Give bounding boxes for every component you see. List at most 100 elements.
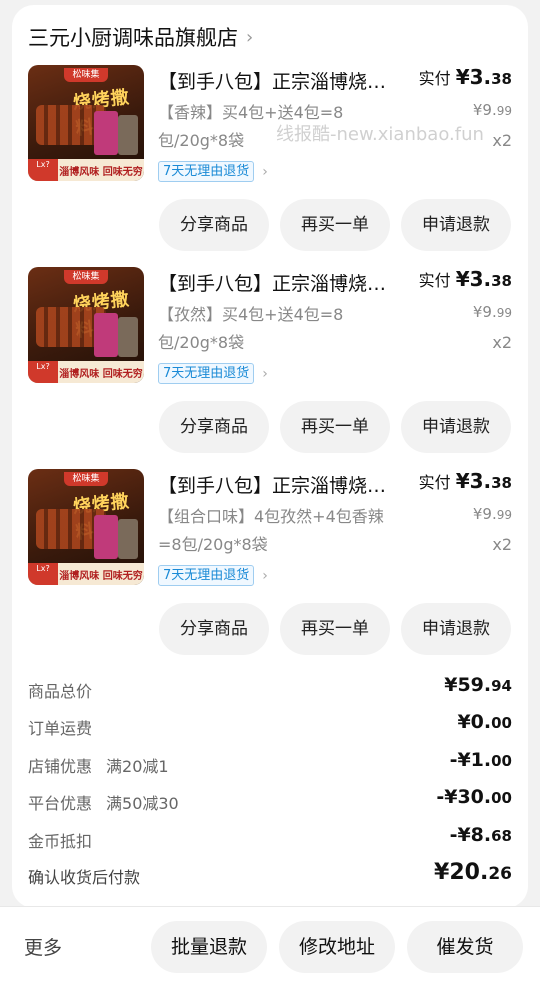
summary-label: 平台优惠 满50减30 bbox=[28, 794, 179, 813]
product-thumbnail[interactable]: 松味集 烧烤撒料 Lx? 淄博风味 回味无穷 bbox=[28, 469, 144, 585]
thumbnail-strip: Lx? 淄博风味 回味无穷 bbox=[28, 159, 144, 181]
thumbnail-slogan: 淄博风味 回味无穷 bbox=[59, 166, 143, 178]
return-policy-label: 7天无理由退货 bbox=[158, 161, 255, 182]
original-amount: ¥9. bbox=[472, 505, 497, 523]
summary-value: -¥1.00 bbox=[449, 749, 512, 771]
package-image bbox=[118, 115, 138, 155]
urge-shipping-button[interactable]: 催发货 bbox=[407, 921, 523, 973]
item-actions: 分享商品 再买一单 申请退款 bbox=[12, 603, 528, 655]
thumbnail-badge: Lx? bbox=[28, 563, 58, 585]
request-refund-button[interactable]: 申请退款 bbox=[401, 401, 511, 453]
bottom-action-bar: 更多 批量退款 修改地址 催发货 bbox=[0, 906, 540, 988]
store-header[interactable]: 三元小厨调味品旗舰店 › bbox=[28, 21, 253, 53]
summary-label: 店铺优惠 满20减1 bbox=[28, 757, 169, 776]
paid-price: 实付 ¥3.38 bbox=[419, 65, 512, 89]
summary-label: 商品总价 bbox=[28, 682, 93, 701]
summary-label: 金币抵扣 bbox=[28, 832, 93, 851]
chevron-right-icon: › bbox=[246, 26, 254, 48]
original-price: ¥9.99 bbox=[473, 101, 512, 119]
summary-row-platform-discount: 平台优惠 满50减30 -¥30.00 bbox=[28, 786, 512, 816]
package-image bbox=[94, 313, 118, 357]
original-decimal: 99 bbox=[496, 508, 512, 522]
summary-label: 订单运费 bbox=[28, 719, 93, 738]
product-spec: 【组合口味】4包孜然+4包香辣=8包/20g*8袋 bbox=[158, 507, 384, 554]
thumbnail-badge: Lx? bbox=[28, 361, 58, 383]
paid-decimal: 38 bbox=[491, 474, 512, 492]
summary-row-total: 确认收货后付款 ¥20.26 bbox=[28, 860, 512, 890]
chevron-right-icon: › bbox=[262, 365, 268, 382]
order-item: 松味集 烧烤撒料 Lx? 淄博风味 回味无穷 【到手八包】正宗淄博烧烤撒料 【香… bbox=[12, 65, 528, 265]
summary-value: -¥8.68 bbox=[449, 824, 512, 846]
summary-value: ¥59.94 bbox=[444, 674, 512, 696]
original-price: ¥9.99 bbox=[473, 505, 512, 523]
thumbnail-badge: Lx? bbox=[28, 159, 58, 181]
return-policy-label: 7天无理由退货 bbox=[158, 565, 255, 586]
paid-label: 实付 bbox=[418, 271, 451, 290]
share-product-button[interactable]: 分享商品 bbox=[159, 199, 269, 251]
batch-refund-button[interactable]: 批量退款 bbox=[151, 921, 267, 973]
chevron-right-icon: › bbox=[262, 163, 268, 180]
product-thumbnail[interactable]: 松味集 烧烤撒料 Lx? 淄博风味 回味无穷 bbox=[28, 267, 144, 383]
order-item: 松味集 烧烤撒料 Lx? 淄博风味 回味无穷 【到手八包】正宗淄博烧烤撒料 【孜… bbox=[12, 267, 528, 467]
return-policy-tag[interactable]: 7天无理由退货 › bbox=[158, 363, 268, 384]
return-policy-tag[interactable]: 7天无理由退货 › bbox=[158, 565, 268, 586]
paid-price: 实付 ¥3.38 bbox=[419, 469, 512, 493]
order-item: 松味集 烧烤撒料 Lx? 淄博风味 回味无穷 【到手八包】正宗淄博烧烤撒料 【组… bbox=[12, 469, 528, 669]
thumbnail-brand: 松味集 bbox=[64, 68, 108, 82]
paid-decimal: 38 bbox=[491, 272, 512, 290]
package-image bbox=[94, 111, 118, 155]
thumbnail-strip: Lx? 淄博风味 回味无穷 bbox=[28, 361, 144, 383]
summary-row-subtotal: 商品总价 ¥59.94 bbox=[28, 674, 512, 704]
quantity: x2 bbox=[492, 131, 512, 150]
summary-row-store-discount: 店铺优惠 满20减1 -¥1.00 bbox=[28, 749, 512, 779]
original-price: ¥9.99 bbox=[473, 303, 512, 321]
watermark: 线报酷-new.xianbao.fun bbox=[276, 124, 484, 145]
thumbnail-brand: 松味集 bbox=[64, 472, 108, 486]
paid-amount: ¥3. bbox=[455, 65, 492, 89]
summary-row-shipping: 订单运费 ¥0.00 bbox=[28, 711, 512, 741]
package-image bbox=[118, 317, 138, 357]
request-refund-button[interactable]: 申请退款 bbox=[401, 603, 511, 655]
thumbnail-slogan: 淄博风味 回味无穷 bbox=[59, 570, 143, 582]
product-title[interactable]: 【到手八包】正宗淄博烧烤撒料 bbox=[158, 67, 404, 94]
paid-amount: ¥3. bbox=[455, 469, 492, 493]
original-amount: ¥9. bbox=[472, 101, 497, 119]
product-title[interactable]: 【到手八包】正宗淄博烧烤撒料 bbox=[158, 471, 404, 498]
thumbnail-brand: 松味集 bbox=[64, 270, 108, 284]
original-decimal: 99 bbox=[496, 104, 512, 118]
summary-value: -¥30.00 bbox=[436, 786, 512, 808]
item-actions: 分享商品 再买一单 申请退款 bbox=[12, 401, 528, 453]
buy-again-button[interactable]: 再买一单 bbox=[280, 603, 390, 655]
product-thumbnail[interactable]: 松味集 烧烤撒料 Lx? 淄博风味 回味无穷 bbox=[28, 65, 144, 181]
paid-label: 实付 bbox=[418, 473, 451, 492]
quantity: x2 bbox=[492, 535, 512, 554]
return-policy-label: 7天无理由退货 bbox=[158, 363, 255, 384]
summary-value: ¥20.26 bbox=[434, 860, 512, 885]
product-title[interactable]: 【到手八包】正宗淄博烧烤撒料 bbox=[158, 269, 404, 296]
product-spec: 【孜然】买4包+送4包=8包/20g*8袋 bbox=[158, 305, 344, 352]
package-image bbox=[94, 515, 118, 559]
share-product-button[interactable]: 分享商品 bbox=[159, 603, 269, 655]
item-actions: 分享商品 再买一单 申请退款 bbox=[12, 199, 528, 251]
store-name: 三元小厨调味品旗舰店 bbox=[28, 26, 238, 50]
summary-label: 确认收货后付款 bbox=[28, 868, 141, 887]
change-address-button[interactable]: 修改地址 bbox=[279, 921, 395, 973]
thumbnail-slogan: 淄博风味 回味无穷 bbox=[59, 368, 143, 380]
chevron-right-icon: › bbox=[262, 567, 268, 584]
summary-row-coin-deduction: 金币抵扣 -¥8.68 bbox=[28, 824, 512, 854]
package-image bbox=[118, 519, 138, 559]
share-product-button[interactable]: 分享商品 bbox=[159, 401, 269, 453]
paid-price: 实付 ¥3.38 bbox=[419, 267, 512, 291]
return-policy-tag[interactable]: 7天无理由退货 › bbox=[158, 161, 268, 182]
request-refund-button[interactable]: 申请退款 bbox=[401, 199, 511, 251]
original-decimal: 99 bbox=[496, 306, 512, 320]
buy-again-button[interactable]: 再买一单 bbox=[280, 199, 390, 251]
summary-value: ¥0.00 bbox=[457, 711, 512, 733]
original-amount: ¥9. bbox=[472, 303, 497, 321]
buy-again-button[interactable]: 再买一单 bbox=[280, 401, 390, 453]
quantity: x2 bbox=[492, 333, 512, 352]
paid-label: 实付 bbox=[418, 69, 451, 88]
paid-decimal: 38 bbox=[491, 70, 512, 88]
more-button[interactable]: 更多 bbox=[24, 933, 62, 960]
thumbnail-strip: Lx? 淄博风味 回味无穷 bbox=[28, 563, 144, 585]
